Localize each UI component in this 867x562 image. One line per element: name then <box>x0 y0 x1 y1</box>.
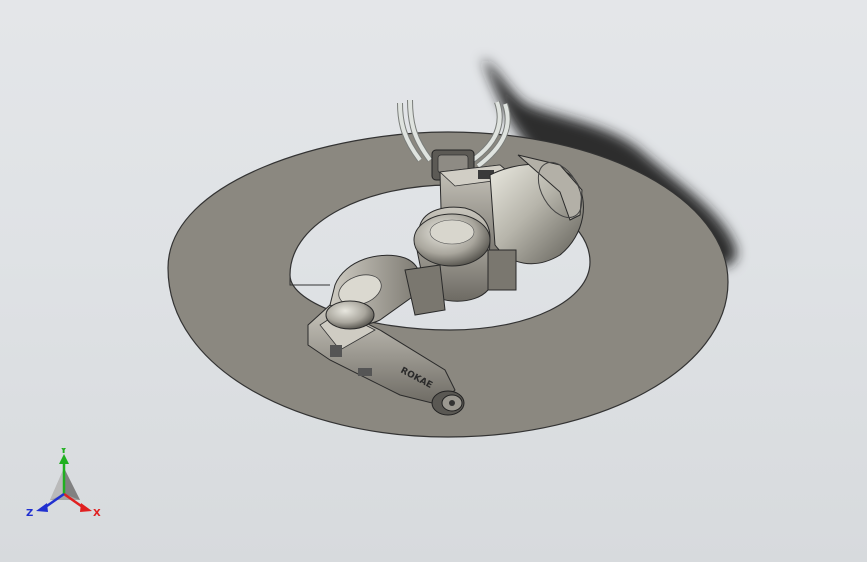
y-axis-label: Y <box>59 448 68 456</box>
z-axis-arrow <box>36 492 65 512</box>
graphics-viewport[interactable]: ROKAE Y X Z <box>0 0 867 562</box>
z-axis-label: Z <box>26 508 33 519</box>
robot-wrist-flange[interactable] <box>431 390 465 416</box>
plate-cut-edge <box>289 275 330 286</box>
coordinate-triad: Y X Z <box>26 448 101 519</box>
x-axis-label: X <box>93 508 101 519</box>
3d-model-view[interactable]: ROKAE <box>0 0 867 562</box>
